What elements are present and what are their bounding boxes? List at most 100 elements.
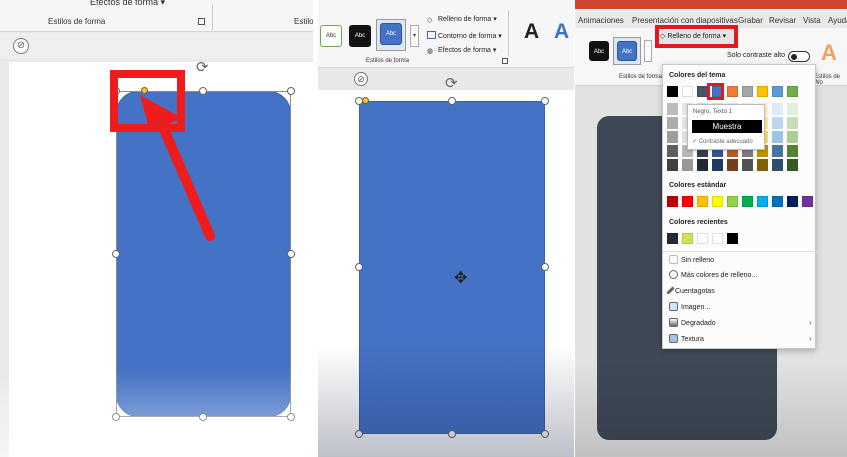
ribbon-group-label: Estilos de forma [619, 74, 663, 80]
theme-shade-swatch[interactable] [787, 103, 798, 115]
theme-shade-swatch[interactable] [787, 145, 798, 157]
theme-color-swatch[interactable] [787, 86, 798, 97]
theme-shade-swatch[interactable] [757, 159, 768, 171]
shape-outline-label: Contorno de forma ▾ [438, 33, 502, 40]
pencil-outline-icon [427, 31, 436, 39]
standard-color-swatch[interactable] [757, 196, 768, 207]
resize-handle[interactable] [541, 263, 549, 271]
standard-color-swatch[interactable] [667, 196, 678, 207]
shape-outline-command[interactable]: Contorno de forma ▾ [427, 31, 502, 40]
panel-fill-menu: Animaciones Presentación con diapositiva… [575, 0, 847, 457]
copilot-icon[interactable]: ⊘ [354, 72, 368, 86]
theme-shade-swatch[interactable] [667, 131, 678, 143]
tab-animations[interactable]: Animaciones [578, 16, 624, 25]
standard-color-swatch[interactable] [772, 196, 783, 207]
move-cursor-icon: ✥ [454, 270, 468, 287]
theme-shade-swatch[interactable] [667, 117, 678, 129]
fill-button-highlight [655, 25, 738, 48]
fill-dropdown-menu: Colores del tema Colores estándar Colore… [662, 64, 817, 349]
theme-color-swatch[interactable] [742, 86, 753, 97]
theme-shade-swatch[interactable] [727, 159, 738, 171]
theme-shade-swatch[interactable] [742, 159, 753, 171]
standard-color-swatch[interactable] [727, 196, 738, 207]
theme-shade-swatch[interactable] [772, 131, 783, 143]
dialog-launcher-icon[interactable] [502, 58, 508, 64]
shape-style-button[interactable]: Abc [589, 41, 609, 61]
resize-handle[interactable] [355, 263, 363, 271]
theme-shade-swatch[interactable] [697, 159, 708, 171]
wordart-style-blue[interactable]: A [554, 20, 569, 44]
theme-color-swatch[interactable] [772, 86, 783, 97]
theme-shade-swatch[interactable] [772, 103, 783, 115]
theme-shade-swatch[interactable] [787, 159, 798, 171]
title-bar [575, 0, 847, 9]
resize-handle[interactable] [541, 97, 549, 105]
eyedropper-label: Cuentagotas [675, 288, 715, 295]
menu-item-gradient[interactable]: Degradado › [669, 318, 815, 327]
standard-color-swatch[interactable] [802, 196, 813, 207]
standard-color-swatch[interactable] [712, 196, 723, 207]
menu-divider [663, 251, 817, 252]
shape-style-button[interactable]: Abc [320, 25, 342, 47]
shape-fill-command[interactable]: ◇ Relleno de forma ▾ [427, 15, 497, 24]
recent-color-swatch[interactable] [682, 233, 693, 244]
theme-shade-swatch[interactable] [787, 131, 798, 143]
rotate-handle-icon[interactable]: ⟳ [445, 74, 458, 92]
picture-label: Imagen... [681, 304, 711, 311]
theme-color-swatch[interactable] [682, 86, 693, 97]
theme-colors-header: Colores del tema [669, 72, 726, 79]
theme-shade-swatch[interactable] [772, 145, 783, 157]
wordart-style-black[interactable]: A [524, 20, 539, 44]
theme-color-swatch[interactable] [667, 86, 678, 97]
tab-review[interactable]: Revisar [769, 16, 796, 25]
screenshot-collage: Efectos de forma ▾ Estilos de forma Esti… [0, 0, 847, 457]
tab-slideshow[interactable]: Presentación con diapositivas [632, 16, 738, 25]
menu-item-eyedropper[interactable]: Cuentagotas [666, 286, 715, 295]
menu-item-texture[interactable]: Textura › [669, 334, 815, 343]
ribbon-group-label: Estilos de forma [366, 58, 410, 64]
picture-icon [669, 302, 678, 311]
standard-color-swatch[interactable] [742, 196, 753, 207]
shape-style-button-selected[interactable]: Abc [617, 41, 637, 61]
recent-color-swatch[interactable] [697, 233, 708, 244]
menu-item-no-fill[interactable]: Sin relleno [669, 255, 714, 264]
wordart-style-orange[interactable]: A [821, 40, 837, 66]
texture-icon [669, 334, 678, 343]
recent-color-swatch[interactable] [727, 233, 738, 244]
recent-color-swatch[interactable] [667, 233, 678, 244]
menu-item-more-colors[interactable]: Más colores de relleno... [669, 270, 757, 279]
high-contrast-toggle[interactable] [788, 51, 810, 62]
shape-style-button-selected[interactable]: Abc [380, 23, 402, 45]
tab-record[interactable]: Grabar [738, 16, 763, 25]
theme-shade-swatch[interactable] [667, 103, 678, 115]
texture-label: Textura [681, 336, 704, 343]
more-styles-button[interactable] [644, 40, 652, 62]
swatch-highlight [707, 83, 724, 100]
bottom-fade [318, 345, 574, 457]
theme-shade-swatch[interactable] [787, 117, 798, 129]
theme-shade-swatch[interactable] [772, 117, 783, 129]
panel-selected-shape: Efectos de forma ▾ Estilos de forma Esti… [0, 0, 313, 457]
more-styles-button[interactable]: ▾ [410, 25, 419, 47]
standard-color-swatch[interactable] [682, 196, 693, 207]
theme-shade-swatch[interactable] [667, 159, 678, 171]
menu-item-picture[interactable]: Imagen... [669, 302, 710, 311]
shape-effects-command[interactable]: ◍ Efectos de forma ▾ [427, 46, 496, 55]
theme-shade-swatch[interactable] [667, 145, 678, 157]
standard-color-swatch[interactable] [697, 196, 708, 207]
theme-shade-swatch[interactable] [712, 159, 723, 171]
recent-colors-header: Colores recientes [669, 219, 728, 226]
standard-color-swatch[interactable] [787, 196, 798, 207]
shape-effects-label: Efectos de forma ▾ [438, 47, 497, 54]
theme-shade-swatch[interactable] [772, 159, 783, 171]
corner-adjust-handle[interactable] [362, 97, 369, 104]
theme-color-swatch[interactable] [727, 86, 738, 97]
theme-color-swatch[interactable] [757, 86, 768, 97]
shape-style-button[interactable]: Abc [349, 25, 371, 47]
tab-help[interactable]: Ayuda [828, 16, 847, 25]
no-fill-icon [669, 255, 678, 264]
tab-view[interactable]: Vista [803, 16, 821, 25]
resize-handle[interactable] [448, 97, 456, 105]
theme-shade-swatch[interactable] [682, 159, 693, 171]
recent-color-swatch[interactable] [712, 233, 723, 244]
